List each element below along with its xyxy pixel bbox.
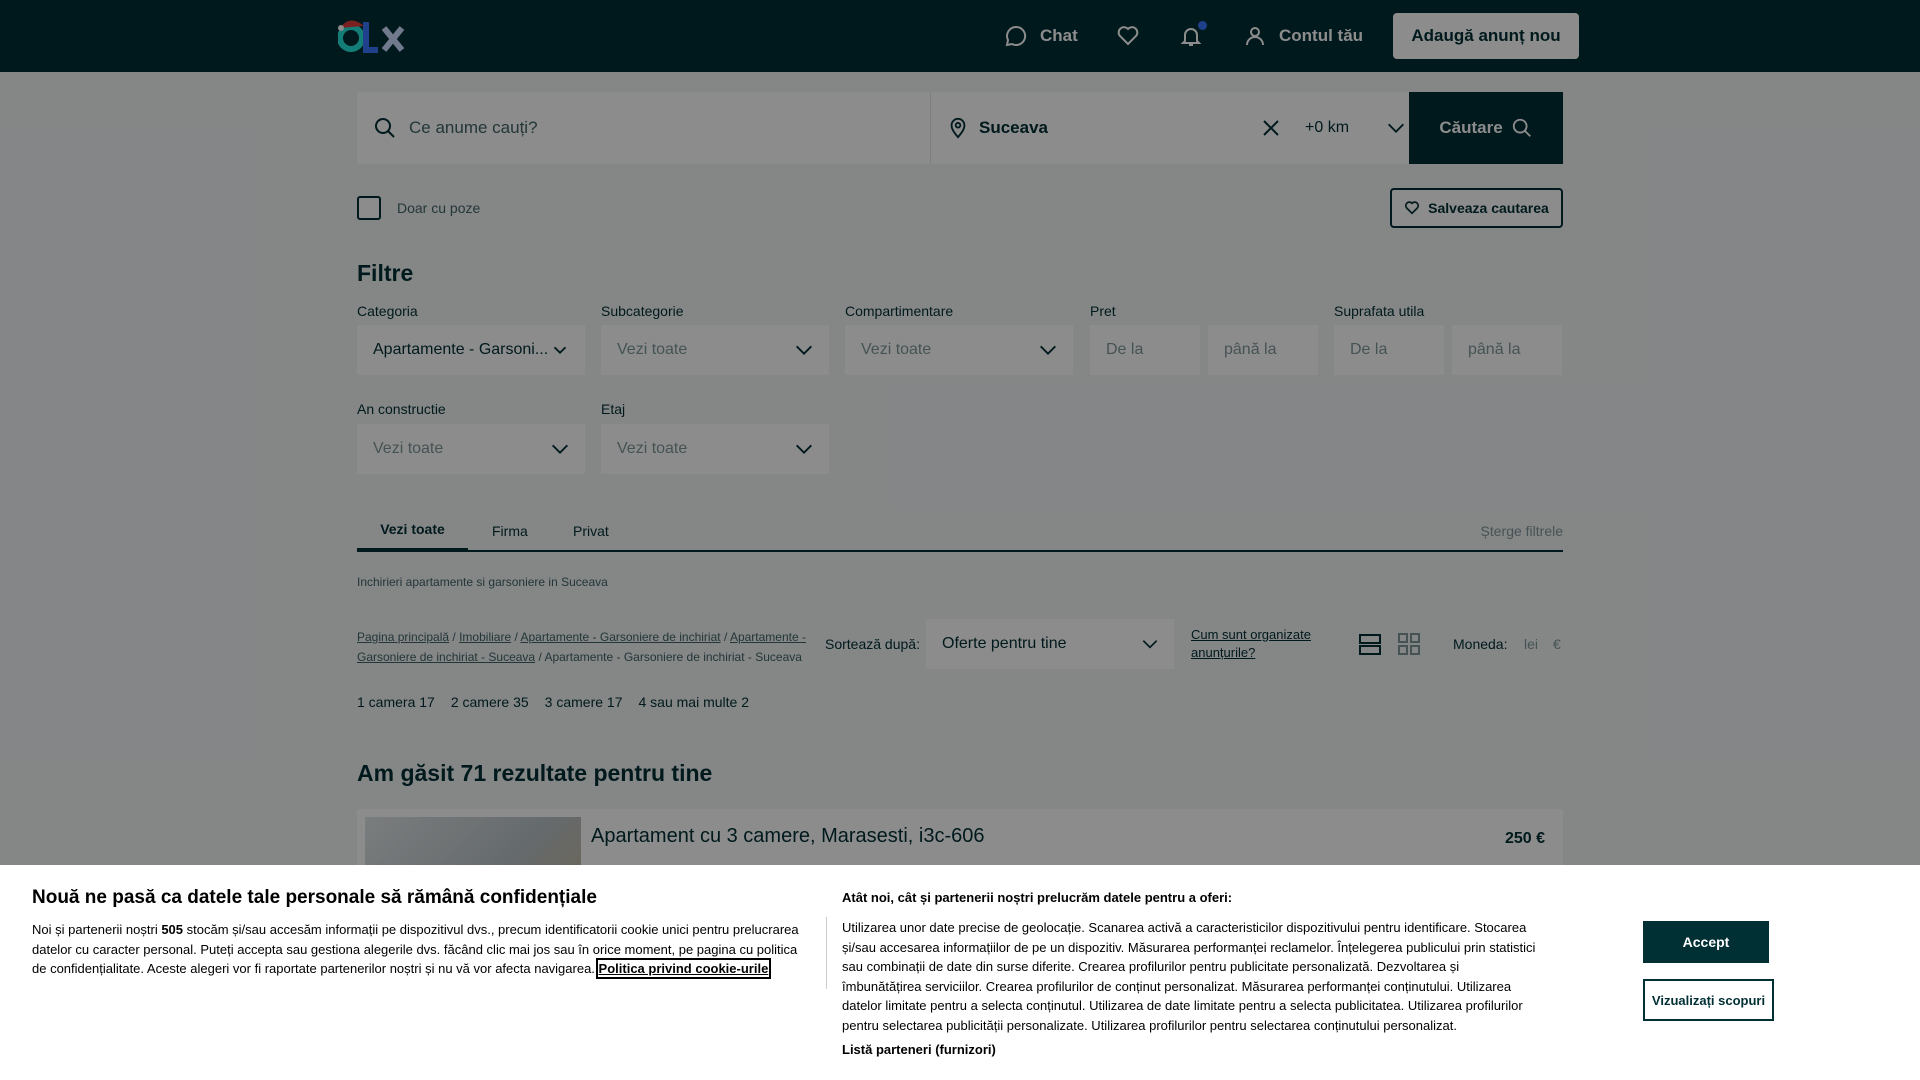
cookie-partners-count: 505 <box>161 922 184 937</box>
cookie-title: Nouă ne pasă ca datele tale personale să… <box>32 887 597 908</box>
cookie-description: Noi și partenerii noștri 505 stocăm și/s… <box>32 920 808 979</box>
cookie-divider <box>826 917 827 989</box>
cookie-policy-link[interactable]: Politica privind cookie-urile <box>595 958 772 979</box>
cookie-partners-link[interactable]: Listă parteneri (furnizori) <box>842 1042 996 1057</box>
cookie-purposes-text: Utilizarea unor date precise de geolocaț… <box>842 920 1536 1033</box>
cookie-text-a: Noi și partenerii noștri <box>32 922 162 937</box>
modal-backdrop <box>0 0 1920 865</box>
view-purposes-button[interactable]: Vizualizați scopuri <box>1643 979 1774 1021</box>
accept-button[interactable]: Accept <box>1643 921 1769 963</box>
cookie-purposes-title: Atât noi, cât și partenerii noștri prelu… <box>842 890 1233 905</box>
cookie-consent-banner: Nouă ne pasă ca datele tale personale să… <box>0 865 1920 1080</box>
